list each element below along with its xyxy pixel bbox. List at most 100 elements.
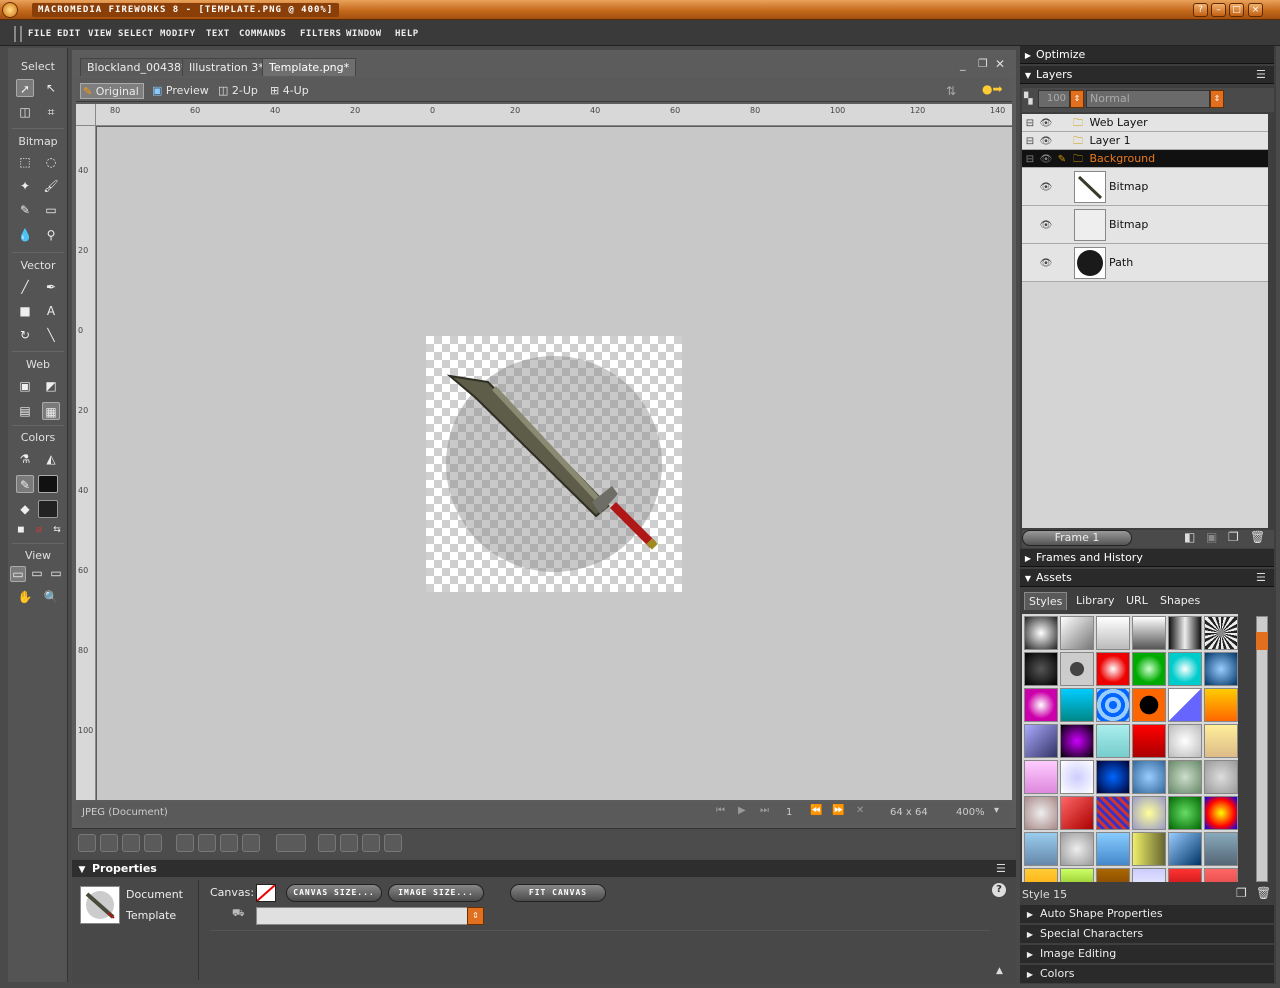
eraser-tool-icon[interactable]: ▭ — [42, 201, 60, 219]
style-swatch[interactable] — [1132, 832, 1166, 866]
help-icon[interactable]: ? — [992, 883, 1006, 897]
image-size-button[interactable]: IMAGE SIZE... — [388, 884, 484, 902]
style-swatch[interactable] — [1168, 760, 1202, 794]
style-swatch[interactable] — [1060, 868, 1094, 882]
style-swatch[interactable] — [1132, 868, 1166, 882]
last-frame-icon[interactable]: ⏭ — [760, 805, 769, 816]
menu-help[interactable]: HELP — [395, 28, 419, 40]
zoom-tool-icon[interactable]: 🔍 — [42, 588, 60, 606]
pen-tool-icon[interactable]: ✒ — [42, 278, 60, 296]
minimize-button[interactable]: – — [1211, 3, 1226, 17]
edit-pencil-icon[interactable]: ✎ — [1054, 151, 1070, 168]
style-swatch[interactable] — [1132, 760, 1166, 794]
align-icon[interactable] — [276, 834, 306, 852]
prev-frame-icon[interactable]: ⏪ — [810, 805, 822, 816]
object-path[interactable]: 👁 Path — [1022, 244, 1268, 282]
opacity-dropdown-icon[interactable]: ⇕ — [1070, 90, 1084, 108]
maximize-button[interactable]: □ — [1229, 3, 1244, 17]
menu-window[interactable]: WINDOW — [346, 28, 382, 40]
style-swatch[interactable] — [1204, 760, 1238, 794]
image-editing-header[interactable]: ▶ Image Editing — [1020, 945, 1274, 963]
expand-properties-icon[interactable]: ▲ — [996, 966, 1003, 976]
expand-icon[interactable]: ⊟ — [1022, 133, 1038, 150]
blend-dropdown-icon[interactable]: ⇕ — [1210, 90, 1224, 108]
lasso-tool-icon[interactable]: ◌ — [42, 153, 60, 171]
style-swatch[interactable] — [1168, 688, 1202, 722]
style-swatch[interactable] — [1204, 796, 1238, 830]
style-swatch[interactable] — [1204, 724, 1238, 758]
style-swatch[interactable] — [1024, 652, 1058, 686]
fill-color-icon[interactable]: ◆ — [16, 500, 34, 518]
zoom-dropdown-icon[interactable]: ▾ — [994, 805, 999, 816]
style-swatch[interactable] — [1024, 832, 1058, 866]
view-preview-button[interactable]: ▣ Preview — [150, 83, 213, 99]
view-4up-button[interactable]: ⊞ 4-Up — [268, 83, 313, 99]
rotate-ccw-icon[interactable] — [318, 834, 336, 852]
style-swatch[interactable] — [1132, 616, 1166, 650]
doc-minimize-icon[interactable]: _ — [960, 58, 966, 71]
stop-icon[interactable]: ✕ — [856, 805, 864, 816]
auto-shape-properties-header[interactable]: ▶ Auto Shape Properties — [1020, 905, 1274, 923]
eye-icon[interactable]: 👁 — [1038, 151, 1054, 168]
layer-web-layer[interactable]: ⊟ 👁 🗀 Web Layer — [1022, 114, 1268, 132]
optimize-panel-header[interactable]: ▶ Optimize — [1020, 46, 1274, 64]
grip-icon[interactable] — [14, 26, 22, 42]
slice-tool-icon[interactable]: ◩ — [42, 377, 60, 395]
new-layer-icon[interactable]: ❐ — [1228, 530, 1239, 544]
eyedropper-icon[interactable]: ⚗ — [16, 450, 34, 468]
tab-template[interactable]: Template.png* — [262, 58, 357, 76]
style-swatch[interactable] — [1060, 796, 1094, 830]
ruler-horizontal[interactable]: 80 60 40 20 0 20 40 60 80 100 120 140 — [96, 104, 1012, 126]
subselect-tool-icon[interactable]: ↖ — [42, 79, 60, 97]
add-mask-icon[interactable]: ▣ — [1206, 530, 1217, 544]
object-bitmap-2[interactable]: 👁 Bitmap — [1022, 206, 1268, 244]
rubber-stamp-icon[interactable]: ⚲ — [42, 226, 60, 244]
flip-vertical-icon[interactable] — [384, 834, 402, 852]
menu-edit[interactable]: EDIT — [57, 28, 81, 40]
show-slices-icon[interactable]: ▦ — [42, 402, 60, 420]
colors-panel-header[interactable]: ▶ Colors — [1020, 965, 1274, 983]
ruler-vertical[interactable]: 40 20 0 20 40 60 80 100 — [76, 126, 96, 800]
join-icon[interactable] — [122, 834, 140, 852]
eye-icon[interactable]: 👁 — [1038, 115, 1054, 132]
no-color-icon[interactable]: ⧄ — [30, 521, 48, 539]
brush-tool-icon[interactable]: 🖌 — [42, 177, 60, 195]
style-swatch[interactable] — [1204, 688, 1238, 722]
hide-slices-icon[interactable]: ▤ — [16, 402, 34, 420]
matte-dropdown-icon[interactable]: ⇕ — [467, 907, 484, 925]
layer-background[interactable]: ⊟ 👁 ✎ 🗀 Background — [1022, 150, 1268, 168]
fit-canvas-button[interactable]: FIT CANVAS — [510, 884, 606, 902]
hotspot-tool-icon[interactable]: ▣ — [16, 377, 34, 395]
fill-color-swatch[interactable] — [38, 500, 58, 518]
style-swatch[interactable] — [1024, 688, 1058, 722]
style-swatch[interactable] — [1096, 724, 1130, 758]
style-swatch[interactable] — [1204, 652, 1238, 686]
style-swatch[interactable] — [1024, 760, 1058, 794]
menu-modify[interactable]: MODIFY — [160, 28, 196, 40]
style-swatch[interactable] — [1024, 796, 1058, 830]
quick-export-icon[interactable]: ●➡ — [982, 82, 1003, 96]
menu-select[interactable]: SELECT — [118, 28, 154, 40]
style-swatch[interactable] — [1132, 724, 1166, 758]
crop-tool-icon[interactable]: ⌗ — [42, 103, 60, 121]
doc-restore-icon[interactable]: ❐ — [978, 57, 988, 70]
split-icon[interactable] — [144, 834, 162, 852]
scale-tool-icon[interactable]: ◫ — [16, 103, 34, 121]
canvas-color-swatch[interactable] — [256, 884, 276, 902]
menu-file[interactable]: FILE — [28, 28, 52, 40]
frame-number[interactable]: 1 — [786, 807, 792, 818]
tab-library[interactable]: Library — [1072, 592, 1118, 610]
object-bitmap-1[interactable]: 👁 Bitmap — [1022, 168, 1268, 206]
style-swatch[interactable] — [1168, 616, 1202, 650]
document-canvas[interactable] — [426, 336, 682, 592]
eye-icon[interactable]: 👁 — [1038, 245, 1054, 283]
marquee-tool-icon[interactable]: ⬚ — [16, 153, 34, 171]
assets-panel-header[interactable]: ▼ Assets — [1020, 569, 1274, 587]
sort-icon[interactable]: ⇅ — [946, 84, 956, 98]
first-frame-icon[interactable]: ⏮ — [716, 805, 725, 816]
ungroup-icon[interactable] — [100, 834, 118, 852]
send-back-icon[interactable] — [242, 834, 260, 852]
full-screen-menus-icon[interactable]: ▭ — [29, 566, 45, 582]
style-swatch[interactable] — [1168, 724, 1202, 758]
group-icon[interactable] — [78, 834, 96, 852]
